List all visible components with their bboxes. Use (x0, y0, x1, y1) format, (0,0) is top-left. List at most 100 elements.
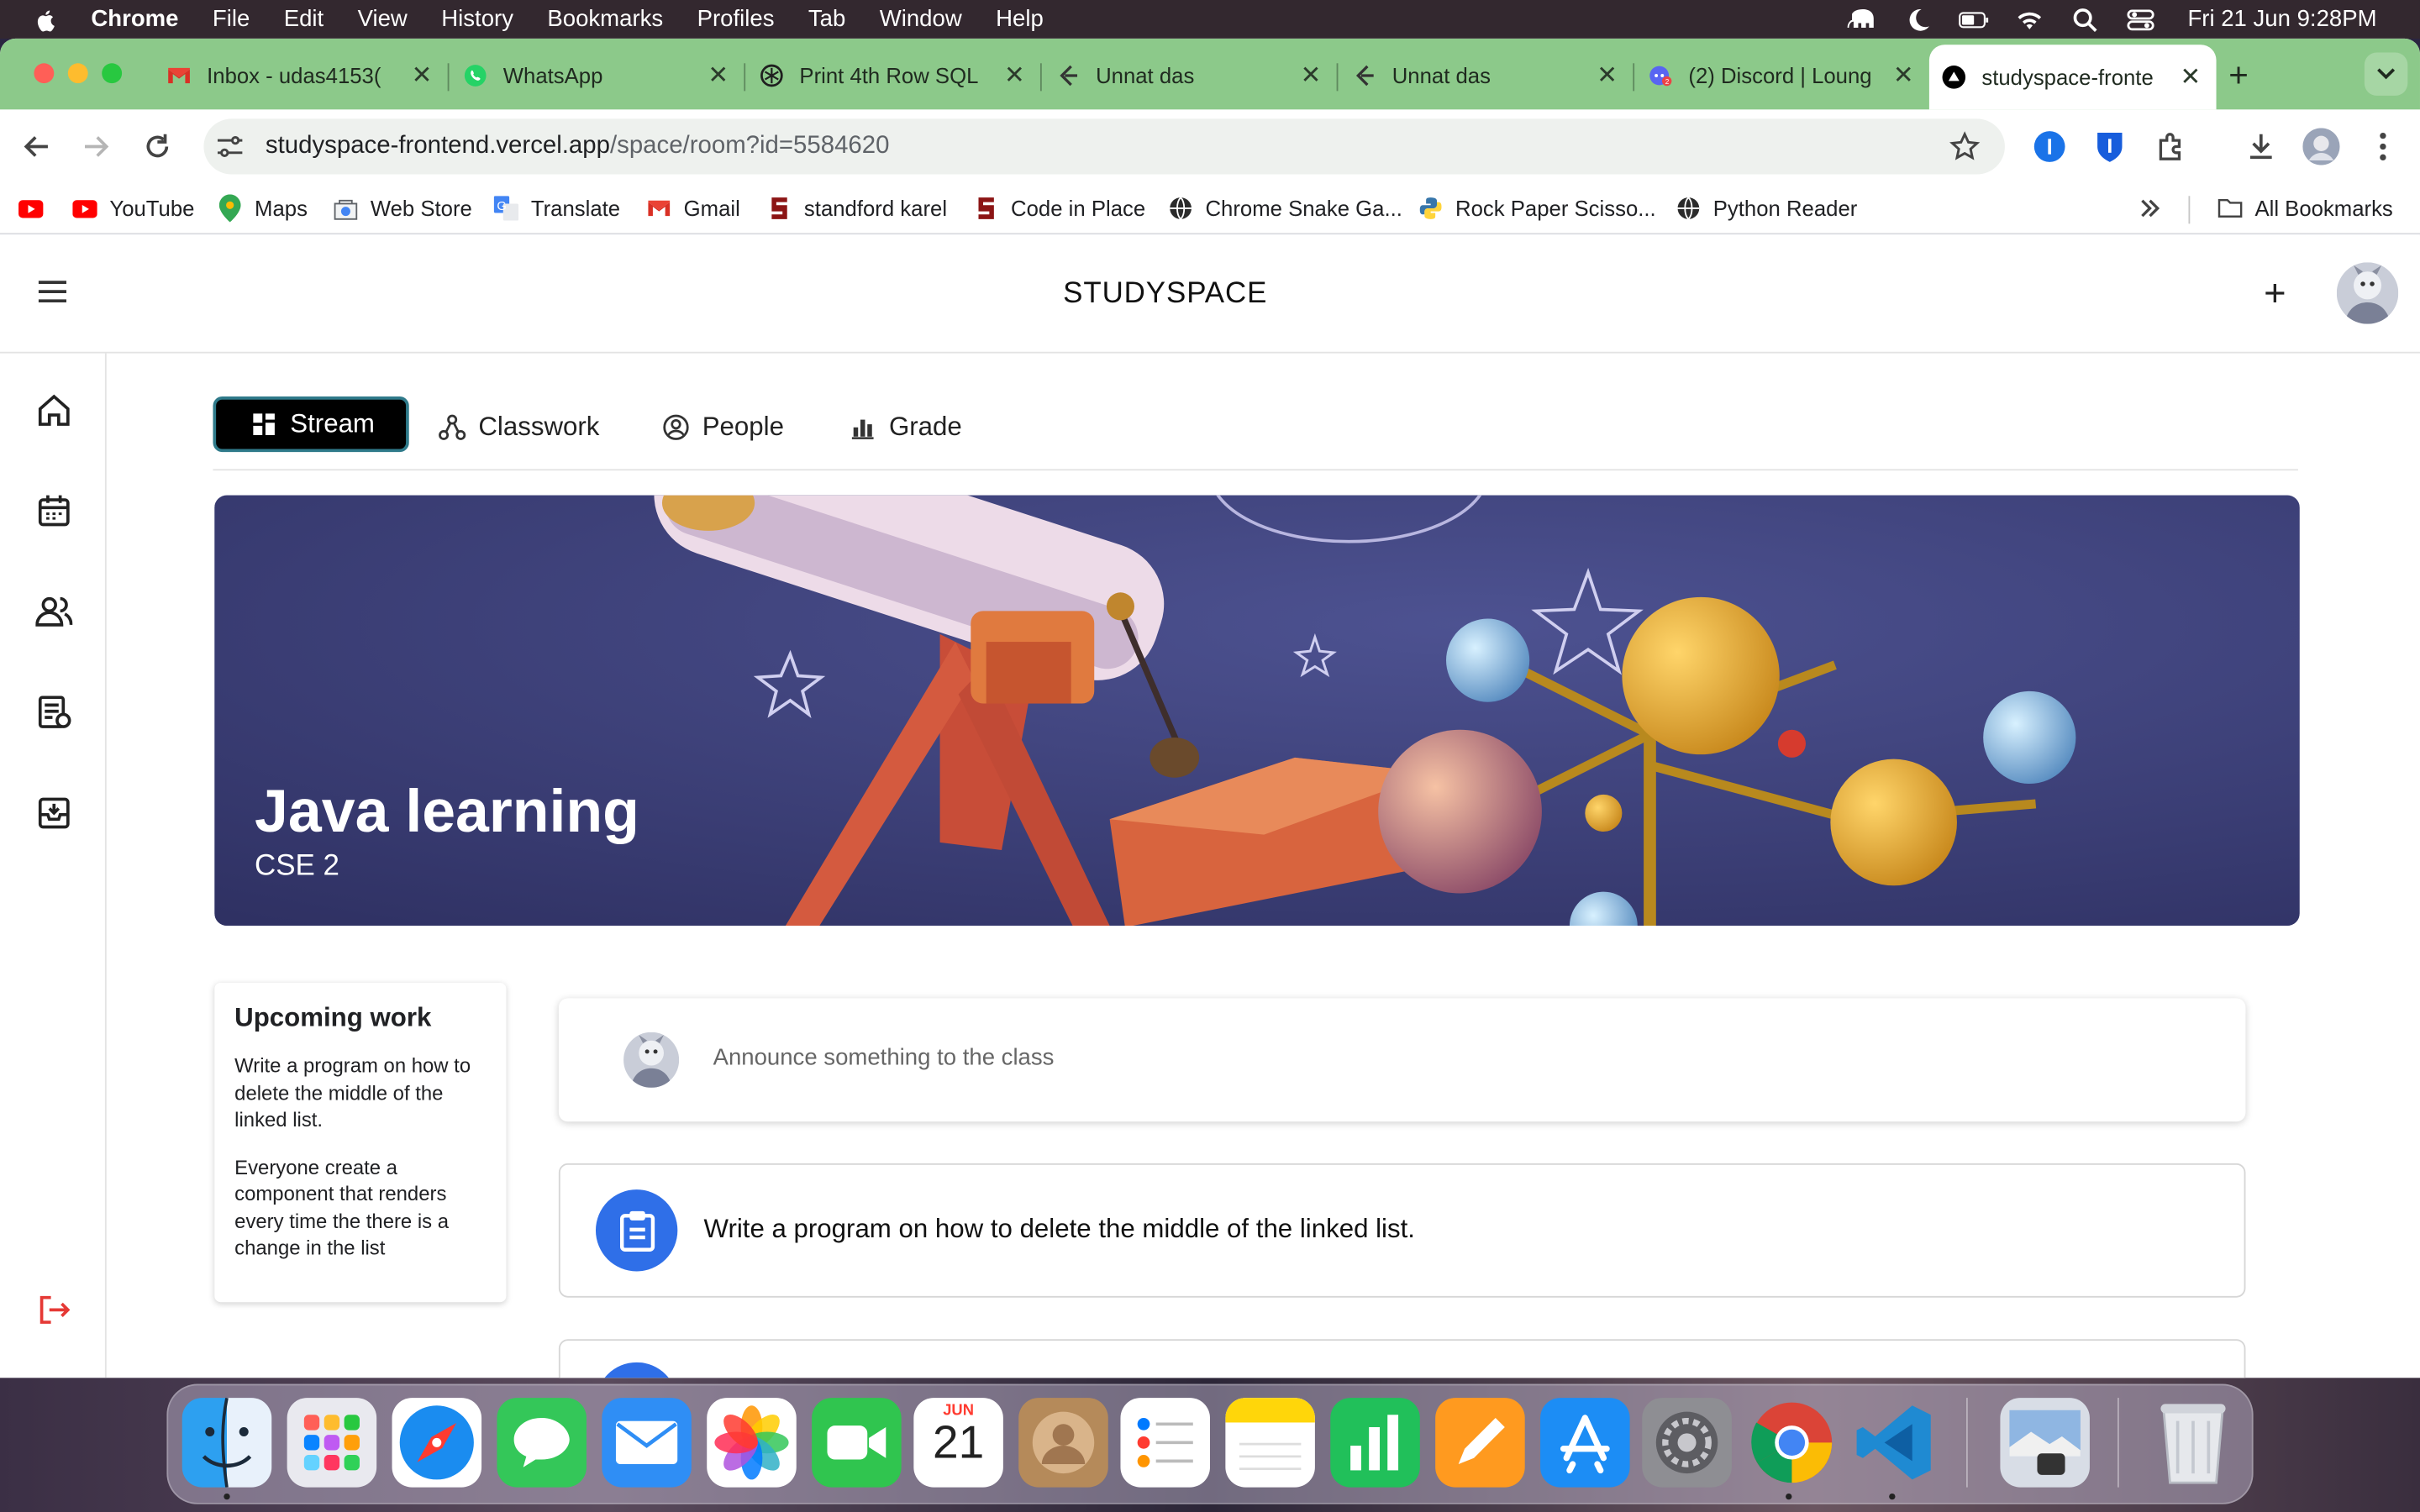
system-settings-icon[interactable] (1642, 1398, 1732, 1488)
chrome-menu-icon[interactable] (2365, 128, 2402, 165)
safari-icon[interactable] (392, 1398, 482, 1488)
calendar-icon[interactable]: JUN 21 (913, 1398, 1003, 1488)
reminders-icon[interactable] (1120, 1398, 1210, 1488)
assignment-list-icon[interactable] (34, 693, 74, 733)
announce-placeholder[interactable]: Announce something to the class (713, 1044, 1055, 1070)
extensions-puzzle-icon[interactable] (2153, 128, 2190, 165)
notes-icon[interactable] (1225, 1398, 1315, 1488)
menu-view[interactable]: View (358, 6, 408, 32)
launchpad-icon[interactable] (287, 1398, 377, 1488)
menu-file[interactable]: File (213, 6, 250, 32)
app-brand[interactable]: STUDYSPACE (0, 278, 2330, 312)
battery-icon[interactable] (1959, 7, 1991, 31)
reload-button[interactable] (139, 128, 176, 165)
close-tab-icon[interactable]: ✕ (1301, 60, 1322, 92)
tab-grade[interactable]: Grade (849, 400, 962, 455)
bookmark-youtube[interactable] (18, 193, 55, 224)
bookmark-translate[interactable]: G Translate (493, 193, 620, 224)
bookmark-gmail[interactable]: Gmail (647, 193, 740, 224)
close-tab-icon[interactable]: ✕ (412, 60, 433, 92)
moon-icon[interactable] (1903, 7, 1934, 31)
vscode-icon[interactable] (1849, 1398, 1939, 1488)
browser-tab[interactable]: Print 4th Row SQL ✕ (760, 51, 1042, 101)
tab-stream[interactable]: Stream (213, 396, 409, 453)
bookmark-standford-karel[interactable]: standford karel (767, 193, 947, 224)
menu-tab[interactable]: Tab (808, 6, 845, 32)
menu-help[interactable]: Help (996, 6, 1044, 32)
assignment-post[interactable]: Write a program on how to delete the mid… (558, 1163, 2246, 1298)
app-store-icon[interactable] (1540, 1398, 1630, 1488)
browser-tab[interactable]: 2 (2) Discord | Loung ✕ (1649, 51, 1929, 101)
menu-window[interactable]: Window (880, 6, 962, 32)
pages-icon[interactable] (1435, 1398, 1525, 1488)
extension-bitwarden-icon[interactable] (2091, 128, 2128, 165)
spotlight-search-icon[interactable] (2070, 7, 2102, 32)
menu-profiles[interactable]: Profiles (697, 6, 775, 32)
bookmark-star-icon[interactable] (1949, 131, 1981, 170)
menubar-clock[interactable]: Fri 21 Jun 9:28PM (2187, 6, 2376, 32)
minimize-window-button[interactable] (67, 63, 88, 84)
home-icon[interactable] (34, 391, 74, 431)
archive-icon[interactable] (34, 793, 74, 833)
calendar-icon[interactable] (34, 491, 74, 531)
chrome-icon[interactable] (1747, 1398, 1837, 1488)
bookmark-maps[interactable]: Maps (218, 193, 308, 224)
people-icon[interactable] (34, 591, 74, 631)
messages-icon[interactable] (497, 1398, 587, 1488)
elephant-icon[interactable] (1848, 7, 1879, 31)
menu-history[interactable]: History (441, 6, 513, 32)
close-tab-icon[interactable]: ✕ (1004, 60, 1025, 92)
control-center-icon[interactable] (2126, 7, 2157, 31)
bookmark-chrome-snake[interactable]: Chrome Snake Ga... (1168, 193, 1402, 224)
contacts-icon[interactable] (1018, 1398, 1108, 1488)
wifi-icon[interactable] (2015, 7, 2046, 31)
assignment-post[interactable] (558, 1339, 2246, 1378)
browser-tab[interactable]: Inbox - udas4153( ✕ (166, 51, 450, 101)
extension-1password-icon[interactable] (2031, 128, 2068, 165)
tab-search-button[interactable] (2364, 52, 2408, 96)
trash-icon[interactable] (2149, 1398, 2238, 1488)
numbers-icon[interactable] (1330, 1398, 1420, 1488)
all-bookmarks[interactable]: All Bookmarks (2217, 193, 2393, 224)
bookmark-code-in-place[interactable]: Code in Place (974, 193, 1145, 224)
zoom-window-button[interactable] (102, 63, 123, 84)
close-tab-icon[interactable]: ✕ (1893, 60, 1914, 92)
back-button[interactable] (18, 128, 55, 165)
apple-icon[interactable] (34, 7, 58, 31)
browser-tab[interactable]: WhatsApp ✕ (463, 51, 746, 101)
browser-tab[interactable]: Unnat das ✕ (1352, 51, 1635, 101)
browser-tab-active[interactable]: studyspace-fronte ✕ (1928, 45, 2217, 110)
facetime-icon[interactable] (812, 1398, 902, 1488)
close-window-button[interactable] (34, 63, 55, 84)
address-bar[interactable]: studyspace-frontend.vercel.app/space/roo… (203, 118, 2005, 175)
finder-icon[interactable] (182, 1398, 272, 1488)
menu-bookmarks[interactable]: Bookmarks (547, 6, 663, 32)
tab-people[interactable]: People (662, 400, 784, 455)
close-tab-icon[interactable]: ✕ (2181, 61, 2202, 92)
bookmark-web-store[interactable]: Web Store (334, 193, 472, 224)
bookmark-rock-paper-scissors[interactable]: Rock Paper Scisso... (1418, 193, 1656, 224)
photos-icon[interactable] (707, 1398, 797, 1488)
close-tab-icon[interactable]: ✕ (708, 60, 729, 92)
site-info-icon[interactable] (216, 133, 244, 160)
announce-box[interactable]: Announce something to the class (558, 998, 2246, 1122)
new-tab-button[interactable]: + (2228, 55, 2249, 96)
menu-edit[interactable]: Edit (284, 6, 324, 32)
bookmarks-overflow-icon[interactable] (2139, 193, 2161, 224)
forward-button[interactable] (77, 128, 114, 165)
mail-icon[interactable] (602, 1398, 692, 1488)
downloads-icon[interactable] (2243, 128, 2280, 165)
menu-app-name[interactable]: Chrome (91, 6, 178, 32)
close-tab-icon[interactable]: ✕ (1597, 60, 1618, 92)
tab-classwork[interactable]: Classwork (439, 400, 599, 455)
bookmark-python-reader[interactable]: Python Reader (1676, 193, 1857, 224)
profile-avatar[interactable] (2302, 128, 2340, 165)
upcoming-work-item[interactable]: Everyone create a component that renders… (234, 1153, 486, 1262)
preview-icon[interactable] (2000, 1398, 2090, 1488)
logout-icon[interactable] (34, 1290, 74, 1331)
user-avatar[interactable] (2336, 262, 2399, 324)
browser-tab[interactable]: Unnat das ✕ (1055, 51, 1339, 101)
add-plus-icon[interactable] (2263, 281, 2287, 313)
upcoming-work-item[interactable]: Write a program on how to delete the mid… (234, 1053, 486, 1133)
bookmark-youtube-2[interactable]: YouTube (72, 193, 194, 224)
